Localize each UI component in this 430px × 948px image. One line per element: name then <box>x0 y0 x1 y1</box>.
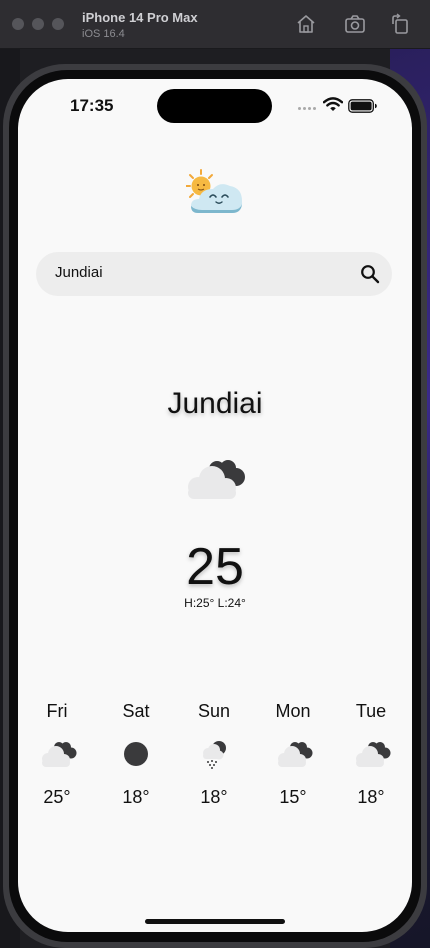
simulator-window: iPhone 14 Pro Max iOS 16.4 17:35 Jundiai… <box>0 0 430 948</box>
city-name: Jundiai <box>167 387 263 420</box>
forecast-day: Tue 18° <box>341 701 401 808</box>
forecast-day-temperature: 15° <box>279 787 307 807</box>
current-temperature: 25 <box>186 538 244 596</box>
wifi-icon <box>322 97 344 117</box>
forecast-day-temperature: 18° <box>122 787 150 807</box>
device-title: iPhone 14 Pro Max <box>82 10 198 25</box>
forecast-day: Fri 25° <box>27 701 87 808</box>
cloudy-night-icon <box>37 739 77 769</box>
forecast-day-temperature: 18° <box>200 787 228 807</box>
phone-screen: 17:35 Jundiai Jundiai 25 H:25° L:24° Fri… <box>18 79 412 932</box>
forecast-day: Sun 18° <box>184 701 244 808</box>
rotate-icon[interactable] <box>388 12 412 36</box>
forecast-day-name: Tue <box>355 701 387 721</box>
minimize-window-button[interactable] <box>32 18 44 30</box>
home-indicator[interactable] <box>145 919 285 924</box>
home-icon[interactable] <box>294 12 318 36</box>
signal-dots-icon <box>298 107 320 111</box>
sun-behind-cloud-logo-icon <box>185 169 246 222</box>
daily-forecast: Fri 25° Sat 18° Sun 18° Mon 15° Tue 18° <box>18 701 412 821</box>
status-time: 17:35 <box>70 96 114 115</box>
cloudy-night-icon <box>273 739 313 769</box>
forecast-day-name: Sat <box>122 701 150 721</box>
os-version: iOS 16.4 <box>82 28 125 40</box>
zoom-window-button[interactable] <box>52 18 64 30</box>
simulator-titlebar: iPhone 14 Pro Max iOS 16.4 <box>0 0 430 49</box>
search-input[interactable] <box>55 264 345 281</box>
forecast-day: Sat 18° <box>106 701 166 808</box>
snow-night-icon <box>194 739 234 769</box>
search-icon[interactable] <box>360 264 380 289</box>
forecast-day-name: Mon <box>275 701 311 721</box>
dynamic-island <box>157 89 272 123</box>
screenshot-icon[interactable] <box>343 12 367 36</box>
forecast-day-temperature: 18° <box>357 787 385 807</box>
forecast-day-temperature: 25° <box>43 787 71 807</box>
forecast-day: Mon 15° <box>263 701 323 808</box>
search-bar[interactable] <box>36 252 392 296</box>
moon-icon <box>116 739 156 769</box>
cloudy-night-icon <box>182 457 248 506</box>
high-low-temperature: H:25° L:24° <box>184 596 246 610</box>
close-window-button[interactable] <box>12 18 24 30</box>
forecast-day-name: Sun <box>197 701 231 721</box>
forecast-day-name: Fri <box>46 701 68 721</box>
cloudy-night-icon <box>351 739 391 769</box>
battery-icon <box>348 99 378 118</box>
